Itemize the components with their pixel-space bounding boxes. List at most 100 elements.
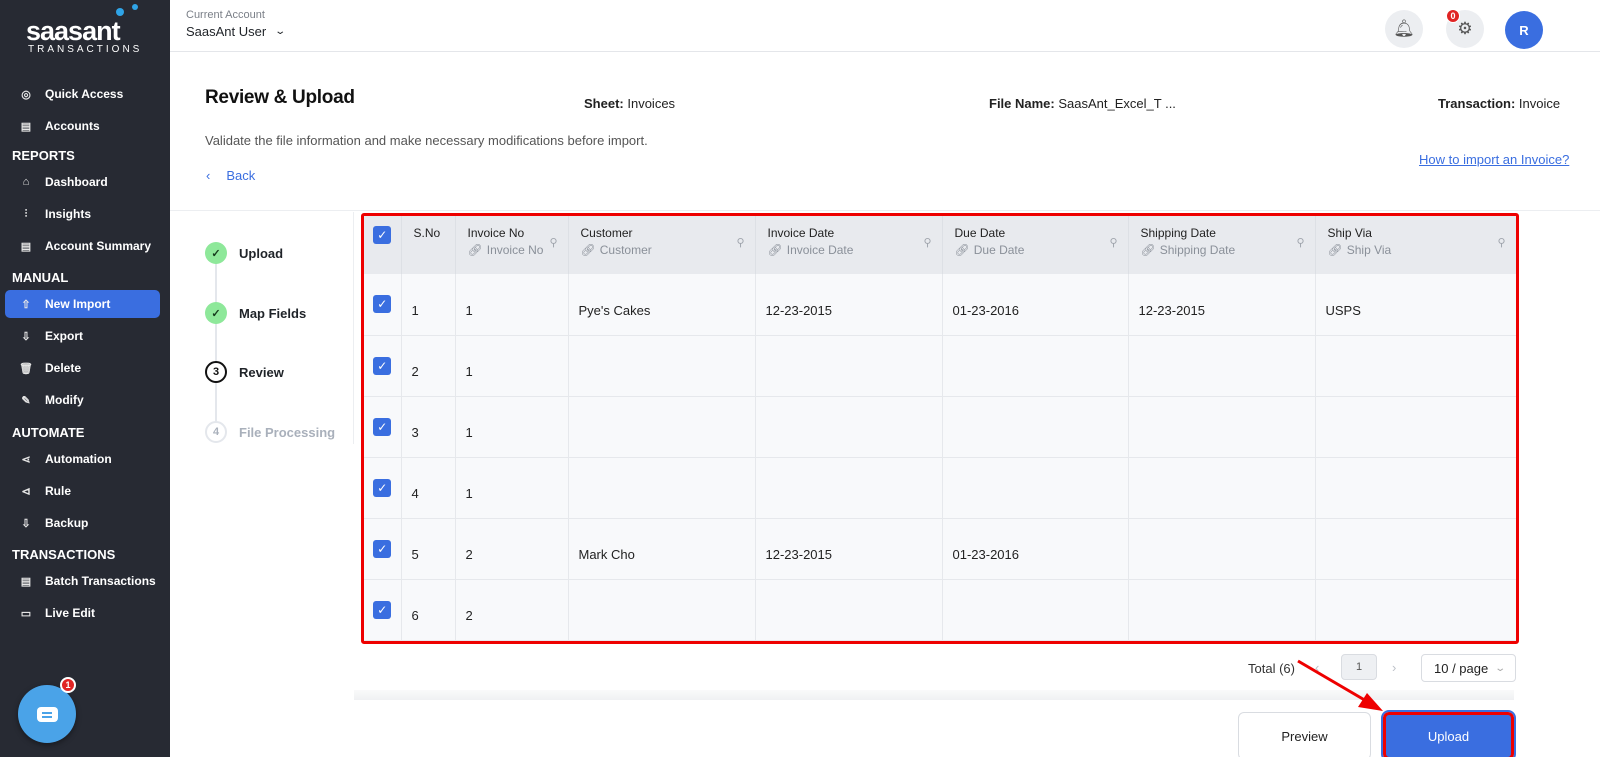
table-cell: 6 <box>401 579 456 641</box>
table-cell[interactable]: 1 <box>455 274 569 336</box>
trash-icon: 🗑 <box>19 362 33 375</box>
table-cell[interactable] <box>1315 335 1516 397</box>
table-cell[interactable] <box>568 335 756 397</box>
link-icon: 🔗︎ <box>767 243 783 257</box>
table-cell[interactable] <box>755 457 943 519</box>
sidebar-item-accounts[interactable]: ▤ Accounts <box>5 112 160 140</box>
table-cell[interactable] <box>942 457 1129 519</box>
chevron-left-icon: ‹ <box>206 168 211 183</box>
row-checkbox[interactable]: ✓ <box>373 295 392 314</box>
search-icon[interactable]: ⚲ <box>1497 236 1505 249</box>
table-cell[interactable]: 2 <box>455 579 569 641</box>
sidebar-item-label: Automation <box>45 452 112 466</box>
table-cell[interactable] <box>755 579 943 641</box>
table-cell[interactable]: 01-23-2016 <box>942 274 1129 336</box>
page-size-select[interactable]: 10 / page ⌄ <box>1421 654 1516 682</box>
sidebar-item-label: Delete <box>45 361 82 375</box>
preview-button[interactable]: Preview <box>1238 712 1371 757</box>
sheet-info: Sheet: Invoices <box>584 96 675 111</box>
table-cell[interactable]: Mark Cho <box>568 518 756 580</box>
help-link[interactable]: How to import an Invoice? <box>1419 152 1569 167</box>
table-cell[interactable]: Pye's Cakes <box>568 274 756 336</box>
sidebar-item-batch-transactions[interactable]: ▤ Batch Transactions <box>5 567 160 595</box>
prev-page-icon[interactable]: ‹ <box>1315 660 1319 675</box>
table-cell[interactable] <box>1128 396 1316 458</box>
row-checkbox[interactable]: ✓ <box>373 539 392 558</box>
table-cell[interactable] <box>1128 518 1316 580</box>
search-icon[interactable]: ⚲ <box>1109 236 1117 249</box>
table-cell[interactable]: 2 <box>455 518 569 580</box>
sidebar-item-modify[interactable]: ✎ Modify <box>5 386 160 414</box>
sidebar-item-backup[interactable]: ⇩ Backup <box>5 509 160 537</box>
sidebar-item-label: Rule <box>45 484 72 498</box>
table-cell[interactable] <box>755 335 943 397</box>
table-cell[interactable]: USPS <box>1315 274 1516 336</box>
table-cell[interactable] <box>1315 518 1516 580</box>
logo-dot-icon <box>116 8 124 16</box>
stepper-line <box>215 263 217 433</box>
table-cell[interactable] <box>1315 457 1516 519</box>
table-cell[interactable] <box>942 396 1129 458</box>
table-cell[interactable]: 1 <box>455 457 569 519</box>
table-cell[interactable]: 1 <box>455 396 569 458</box>
search-icon[interactable]: ⚲ <box>1296 236 1304 249</box>
table-cell[interactable]: 12-23-2015 <box>755 274 943 336</box>
table-cell[interactable] <box>1315 579 1516 641</box>
step-file-processing: 4 File Processing <box>205 421 335 443</box>
sidebar-item-export[interactable]: ⇩ Export <box>5 322 160 350</box>
notifications-button[interactable]: 🔔︎ <box>1385 10 1423 48</box>
current-page-button[interactable]: 1 <box>1341 654 1377 680</box>
table-row[interactable]: ✓ 5 2 Mark Cho 12-23-2015 01-23-2016 <box>364 518 1516 580</box>
search-icon[interactable]: ⚲ <box>549 236 557 249</box>
sidebar-item-rule[interactable]: ⊲ Rule <box>5 477 160 505</box>
table-cell[interactable] <box>568 579 756 641</box>
user-avatar[interactable]: R <box>1505 11 1543 49</box>
table-cell[interactable]: 01-23-2016 <box>942 518 1129 580</box>
sidebar-item-dashboard[interactable]: ⌂ Dashboard <box>5 168 160 196</box>
review-table-container[interactable]: ✓ S.No Invoice No 🔗︎ Invoice No ⚲ Custome… <box>364 216 1516 641</box>
table-row[interactable]: ✓ 2 1 <box>364 335 1516 397</box>
upload-button[interactable]: Upload <box>1381 710 1516 757</box>
check-icon: ✓ <box>205 302 227 324</box>
table-row[interactable]: ✓ 3 1 <box>364 396 1516 458</box>
sidebar-item-label: Account Summary <box>45 239 152 253</box>
table-cell[interactable] <box>568 457 756 519</box>
search-icon[interactable]: ⚲ <box>736 236 744 249</box>
row-checkbox[interactable]: ✓ <box>373 600 392 619</box>
chat-button[interactable] <box>18 685 76 743</box>
table-cell[interactable] <box>942 579 1129 641</box>
mapped-field-label: Shipping Date <box>1159 243 1236 257</box>
table-cell[interactable] <box>942 335 1129 397</box>
table-cell[interactable] <box>1128 335 1316 397</box>
table-cell[interactable] <box>568 396 756 458</box>
table-cell[interactable]: 1 <box>455 335 569 397</box>
sidebar-item-new-import[interactable]: ⇧ New Import <box>5 290 160 318</box>
table-cell[interactable] <box>1128 457 1316 519</box>
sidebar-item-quick-access[interactable]: ◎ Quick Access <box>5 80 160 108</box>
sidebar-item-insights[interactable]: ⫶ Insights <box>5 200 160 228</box>
row-checkbox[interactable]: ✓ <box>373 417 392 436</box>
account-switcher[interactable]: SaasAnt User ⌄ <box>186 24 286 39</box>
table-cell[interactable] <box>755 396 943 458</box>
table-row[interactable]: ✓ 1 1 Pye's Cakes 12-23-2015 01-23-2016 12-23-… <box>364 274 1516 336</box>
row-checkbox[interactable]: ✓ <box>373 478 392 497</box>
row-checkbox[interactable]: ✓ <box>373 356 392 375</box>
table-row[interactable]: ✓ 4 1 <box>364 457 1516 519</box>
sidebar-item-account-summary[interactable]: ▤ Account Summary <box>5 232 160 260</box>
sidebar-item-automation[interactable]: ⋖ Automation <box>5 445 160 473</box>
search-icon[interactable]: ⚲ <box>923 236 931 249</box>
table-cell[interactable] <box>1315 396 1516 458</box>
select-all-checkbox[interactable]: ✓ <box>373 226 392 244</box>
table-row[interactable]: ✓ 6 2 <box>364 579 1516 641</box>
saasant-logo[interactable]: saasant TRANSACTIONS <box>22 4 152 55</box>
table-cell[interactable]: 12-23-2015 <box>755 518 943 580</box>
table-cell[interactable]: 12-23-2015 <box>1128 274 1316 336</box>
back-button[interactable]: ‹ Back <box>206 168 255 183</box>
table-cell: 5 <box>401 518 456 580</box>
check-icon: ✓ <box>205 242 227 264</box>
next-page-icon[interactable]: › <box>1392 660 1396 675</box>
sidebar-item-delete[interactable]: 🗑 Delete <box>5 354 160 382</box>
cloud-download-icon: ⇩ <box>21 517 31 530</box>
sidebar-item-live-edit[interactable]: ▭ Live Edit <box>5 599 160 627</box>
table-cell[interactable] <box>1128 579 1316 641</box>
